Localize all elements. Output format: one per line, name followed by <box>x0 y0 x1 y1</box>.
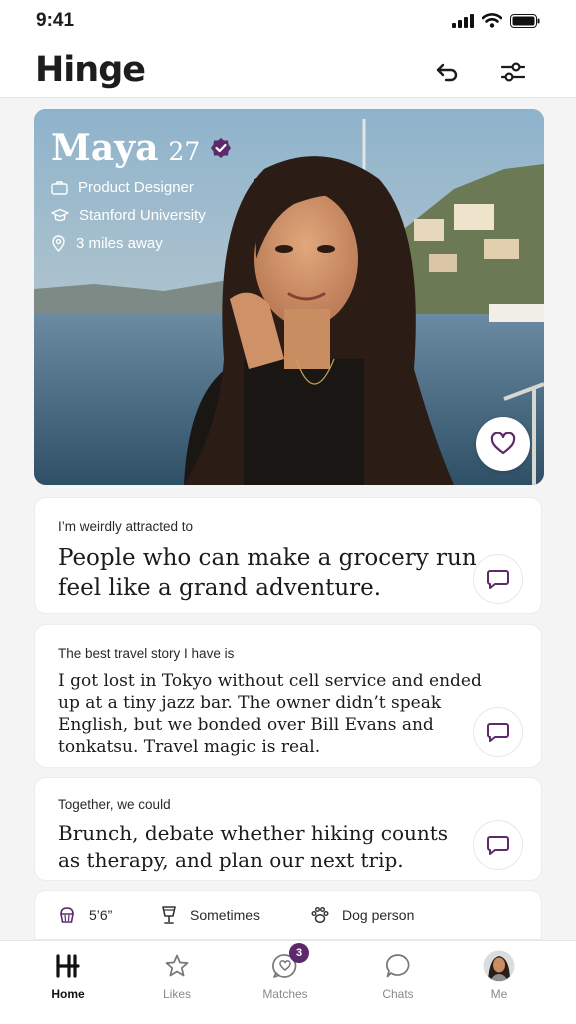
height-icon <box>60 907 74 923</box>
profile-facts: 5’6” Sometimes Dog person <box>34 890 542 940</box>
prompt-answer-line: up at a tiny jazz bar. The owner didn’t … <box>58 693 442 713</box>
fact-label: Sometimes <box>190 907 261 923</box>
undo-icon <box>436 63 458 82</box>
tab-likes[interactable]: Likes <box>137 951 217 1001</box>
profile-school-row: Stanford University <box>51 207 206 224</box>
app-header: Hinge <box>0 44 576 98</box>
status-bar: 9:41 <box>0 0 576 44</box>
tab-label: Chats <box>382 987 414 1001</box>
battery-icon <box>510 13 540 28</box>
comment-button[interactable] <box>473 820 523 870</box>
wifi-icon <box>482 13 502 28</box>
profile-distance: 3 miles away <box>76 235 163 252</box>
prompt-answer-line: People who can make a grocery run <box>58 545 477 571</box>
tab-chats[interactable]: Chats <box>358 951 438 1001</box>
tab-label: Likes <box>162 987 191 1001</box>
heart-icon <box>490 432 516 455</box>
profile-job: Product Designer <box>78 179 194 196</box>
prompt-title: I’m weirdly attracted to <box>58 519 194 534</box>
star-icon <box>165 954 189 977</box>
prompt-answer-line: I got lost in Tokyo without cell service… <box>58 671 482 691</box>
prompt-answer: People who can make a grocery run feel l… <box>58 543 477 603</box>
paw-icon <box>311 907 329 924</box>
prompt-answer: Brunch, debate whether hiking counts as … <box>58 820 448 874</box>
avatar <box>483 950 515 982</box>
prompt-card: Together, we could Brunch, debate whethe… <box>34 777 542 881</box>
tab-label: Me <box>490 987 508 1001</box>
matches-badge: 3 <box>289 943 309 963</box>
prompt-answer: I got lost in Tokyo without cell service… <box>58 670 482 758</box>
tab-label: Matches <box>262 987 308 1001</box>
profile-distance-row: 3 miles away <box>51 235 163 252</box>
location-pin-icon <box>52 235 65 252</box>
like-photo-button[interactable] <box>476 417 530 471</box>
verified-badge-icon <box>211 138 232 158</box>
undo-button[interactable] <box>432 57 462 87</box>
fact-pets: Dog person <box>310 905 414 925</box>
fact-height: 5’6” <box>57 905 112 925</box>
prompt-title: The best travel story I have is <box>58 646 235 661</box>
comment-button[interactable] <box>473 554 523 604</box>
prompt-answer-line: as therapy, and plan our next trip. <box>58 848 404 872</box>
tab-me[interactable]: Me <box>459 950 539 1001</box>
prompt-answer-line: Brunch, debate whether hiking counts <box>58 821 449 845</box>
comment-button[interactable] <box>473 707 523 757</box>
prompt-card: The best travel story I have is I got lo… <box>34 624 542 768</box>
prompt-answer-line: English, but we bonded over Bill Evans a… <box>58 715 434 735</box>
home-icon <box>56 954 80 978</box>
prompt-answer-line: feel like a grand adventure. <box>58 575 382 601</box>
profile-school: Stanford University <box>79 207 206 224</box>
drink-icon <box>162 906 176 924</box>
comment-icon <box>487 570 509 589</box>
briefcase-icon <box>51 181 68 195</box>
bottom-nav: Home Likes 3 Matches Chats Me <box>0 940 576 1024</box>
prompt-title: Together, we could <box>58 797 171 812</box>
fact-drinking: Sometimes <box>160 905 260 925</box>
tab-label: Home <box>51 987 85 1001</box>
profile-photo[interactable]: Maya 27 Product Designer Stanford Univer… <box>34 109 544 485</box>
status-time: 9:41 <box>36 10 75 31</box>
comment-icon <box>487 836 509 855</box>
filters-icon <box>500 62 526 82</box>
prompt-card: I’m weirdly attracted to People who can … <box>34 497 542 614</box>
tab-matches[interactable]: 3 Matches <box>245 943 325 1001</box>
fact-label: Dog person <box>342 907 415 923</box>
signal-icon <box>452 13 474 28</box>
fact-label: 5’6” <box>89 907 113 923</box>
filters-button[interactable] <box>498 57 528 87</box>
graduation-cap-icon <box>51 208 69 222</box>
status-icons <box>452 13 540 28</box>
hinge-logo: Hinge <box>35 50 146 90</box>
profile-name: Maya <box>51 127 159 169</box>
comment-icon <box>487 723 509 742</box>
profile-age: 27 <box>168 137 201 166</box>
tab-home[interactable]: Home <box>28 951 108 1001</box>
prompt-answer-line: tonkatsu. Travel magic is real. <box>58 737 321 757</box>
profile-name-row: Maya 27 <box>51 127 232 169</box>
profile-job-row: Product Designer <box>51 179 194 196</box>
chat-icon <box>386 954 410 978</box>
